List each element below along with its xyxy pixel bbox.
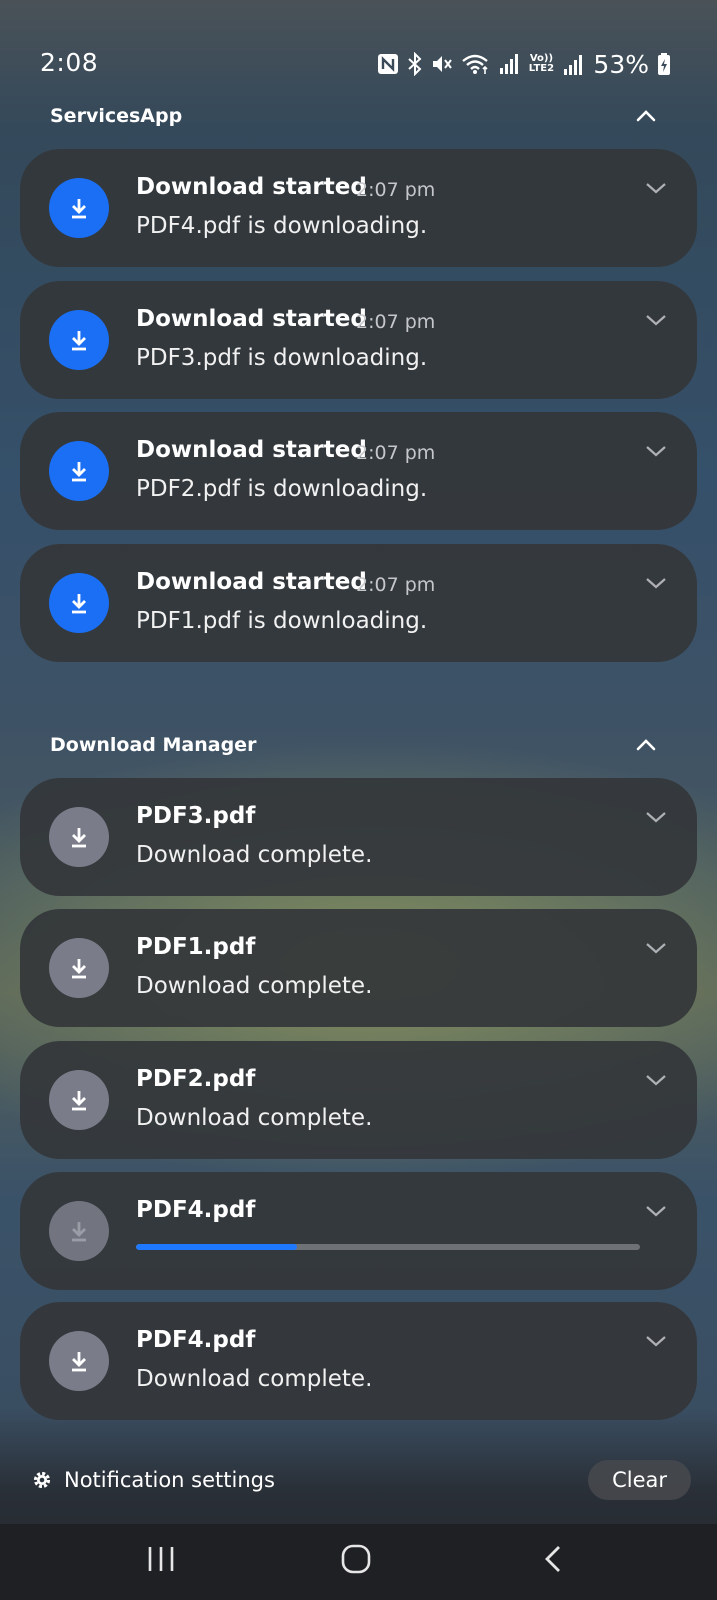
notification-card[interactable]: PDF2.pdf Download complete. (20, 1041, 697, 1159)
bluetooth-icon (408, 52, 422, 76)
gear-icon (33, 1471, 51, 1489)
notification-text: Download complete. (136, 842, 373, 868)
download-icon (49, 178, 109, 238)
navigation-bar (0, 1524, 717, 1600)
notification-time: 2:07 pm (356, 442, 436, 464)
notification-card[interactable]: PDF1.pdf Download complete. (20, 909, 697, 1027)
expand-chevron-icon[interactable] (645, 1204, 667, 1218)
notification-card[interactable]: PDF4.pdf Download complete. (20, 1302, 697, 1420)
notification-footer: Notification settings Clear (0, 1460, 717, 1520)
expand-chevron-icon[interactable] (645, 444, 667, 458)
battery-percent: 53% (593, 49, 649, 79)
download-icon (49, 573, 109, 633)
notification-title: Download started (136, 174, 367, 200)
notification-card[interactable]: Download started 2:07 pm PDF2.pdf is dow… (20, 412, 697, 530)
collapse-group-servicesapp-button[interactable] (633, 103, 659, 129)
notification-time: 2:07 pm (356, 179, 436, 201)
recent-apps-button[interactable] (146, 1544, 176, 1574)
nfc-icon (378, 54, 399, 74)
expand-chevron-icon[interactable] (645, 810, 667, 824)
signal-roaming-icon (564, 55, 583, 75)
notification-card[interactable]: PDF3.pdf Download complete. (20, 778, 697, 896)
expand-chevron-icon[interactable] (645, 1073, 667, 1087)
notification-title: PDF1.pdf (136, 934, 256, 960)
download-icon (49, 1201, 109, 1261)
download-icon (49, 1070, 109, 1130)
notification-card-in-progress[interactable]: PDF4.pdf (20, 1172, 697, 1290)
notification-card[interactable]: Download started 2:07 pm PDF1.pdf is dow… (20, 544, 697, 662)
notification-text: PDF4.pdf is downloading. (136, 213, 428, 239)
notification-text: PDF3.pdf is downloading. (136, 345, 428, 371)
notification-title: PDF2.pdf (136, 1066, 256, 1092)
back-button[interactable] (540, 1544, 566, 1574)
expand-chevron-icon[interactable] (645, 181, 667, 195)
notification-text: PDF1.pdf is downloading. (136, 608, 428, 634)
group-header-download-manager: Download Manager (50, 734, 257, 756)
notification-text: PDF2.pdf is downloading. (136, 476, 428, 502)
volte-icon: Vo)) LTE2 (528, 53, 555, 74)
notification-text: Download complete. (136, 1105, 373, 1131)
notification-settings-button[interactable]: Notification settings (32, 1468, 275, 1492)
notification-title: Download started (136, 437, 367, 463)
expand-chevron-icon[interactable] (645, 576, 667, 590)
download-progress-fill (136, 1244, 298, 1250)
collapse-group-download-manager-button[interactable] (633, 732, 659, 758)
notification-time: 2:07 pm (356, 311, 436, 333)
home-button[interactable] (340, 1544, 372, 1574)
notification-title: PDF3.pdf (136, 803, 256, 829)
notification-text: Download complete. (136, 973, 373, 999)
notification-card[interactable]: Download started 2:07 pm PDF4.pdf is dow… (20, 149, 697, 267)
battery-charging-icon (658, 53, 670, 75)
notification-settings-label: Notification settings (64, 1468, 275, 1492)
notification-title: Download started (136, 569, 367, 595)
expand-chevron-icon[interactable] (645, 313, 667, 327)
group-header-servicesapp: ServicesApp (50, 105, 183, 127)
download-progress-bar (136, 1244, 640, 1250)
expand-chevron-icon[interactable] (645, 941, 667, 955)
download-icon (49, 310, 109, 370)
download-icon (49, 1331, 109, 1391)
download-icon (49, 938, 109, 998)
signal-icon (500, 54, 519, 74)
notification-text: Download complete. (136, 1366, 373, 1392)
clear-button[interactable]: Clear (588, 1460, 691, 1500)
notification-time: 2:07 pm (356, 574, 436, 596)
download-icon (49, 441, 109, 501)
notification-title: PDF4.pdf (136, 1197, 256, 1223)
status-time: 2:08 (40, 48, 99, 77)
status-icons: Vo)) LTE2 53% (377, 48, 671, 80)
notification-title: Download started (136, 306, 367, 332)
download-icon (49, 807, 109, 867)
notification-card[interactable]: Download started 2:07 pm PDF3.pdf is dow… (20, 281, 697, 399)
notification-title: PDF4.pdf (136, 1327, 256, 1353)
mute-icon (433, 56, 453, 72)
expand-chevron-icon[interactable] (645, 1334, 667, 1348)
status-bar: 2:08 Vo)) LTE2 53% (0, 0, 717, 100)
wifi-icon (462, 54, 489, 74)
